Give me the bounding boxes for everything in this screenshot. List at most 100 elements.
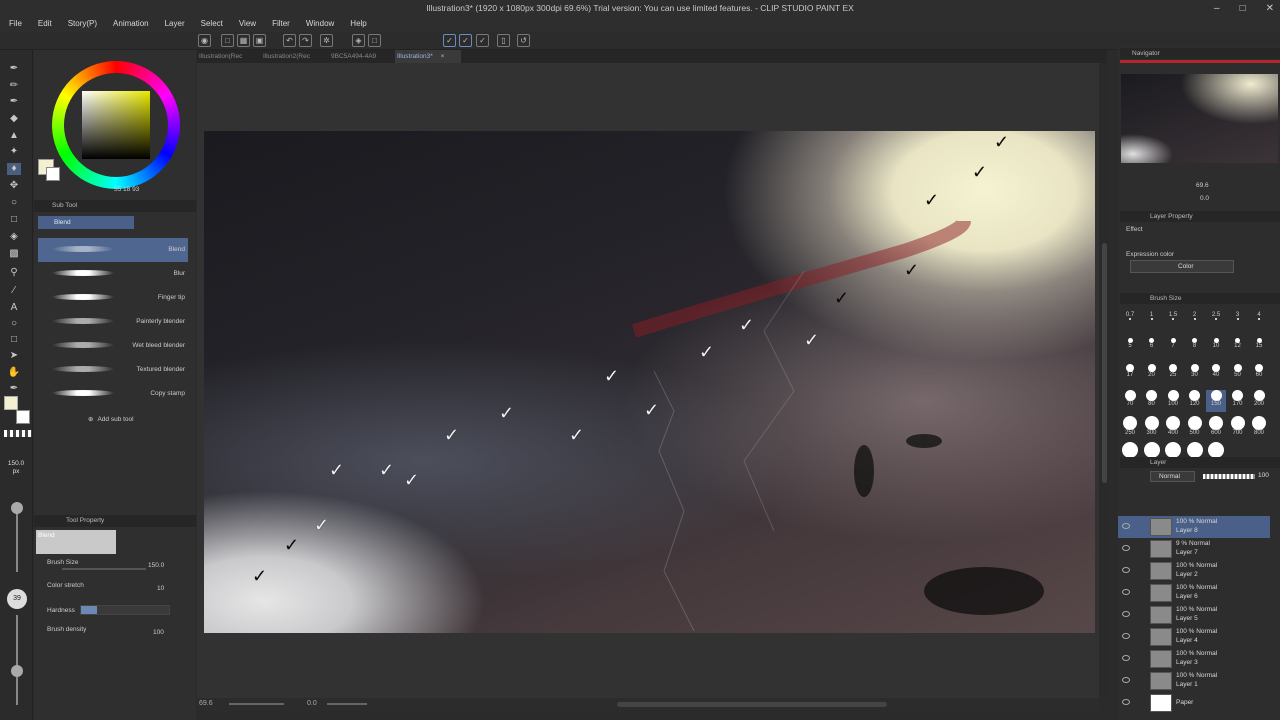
- save-icon[interactable]: ▣: [253, 34, 266, 47]
- tab-illustration3[interactable]: Illustration3* ×: [395, 50, 461, 63]
- navigator-zoom[interactable]: 69.6: [1196, 182, 1209, 189]
- brush-size-preset[interactable]: 500: [1185, 416, 1205, 438]
- layer-row[interactable]: 100 % Normal Layer 5: [1118, 604, 1270, 626]
- eye-icon[interactable]: [1122, 589, 1130, 595]
- brush-size-preset[interactable]: 17: [1120, 364, 1140, 386]
- brush-size-preset[interactable]: 15: [1249, 338, 1269, 360]
- open-icon[interactable]: ▦: [237, 34, 250, 47]
- menu-edit[interactable]: Edit: [30, 17, 60, 32]
- navigator-angle[interactable]: 0.0: [1200, 195, 1209, 202]
- hardness-slider[interactable]: [80, 605, 170, 615]
- eye-icon[interactable]: [1122, 545, 1130, 551]
- menu-file[interactable]: File: [0, 17, 30, 32]
- navigator-preview[interactable]: [1121, 74, 1278, 163]
- brush-size-field[interactable]: 150.0: [148, 562, 164, 569]
- brush-size-preset[interactable]: 12: [1228, 338, 1248, 360]
- brush-size-preset[interactable]: 3: [1228, 312, 1248, 334]
- menu-story[interactable]: Story(P): [60, 17, 105, 32]
- clear-icon[interactable]: ✲: [320, 34, 333, 47]
- brush-size-preset[interactable]: 250: [1120, 416, 1140, 438]
- close-icon[interactable]: ✕: [1266, 0, 1274, 17]
- brush-size-preset[interactable]: 800: [1249, 416, 1269, 438]
- eraser-icon[interactable]: ◆: [7, 113, 21, 125]
- brush-size-preset[interactable]: 2: [1185, 312, 1205, 334]
- figure-icon[interactable]: ○: [7, 318, 21, 330]
- add-sub-tool-button[interactable]: ⊕ Add sub tool: [88, 415, 134, 423]
- sub-tool-item-textured-blender[interactable]: Textured blender: [38, 358, 188, 382]
- saturation-value-square[interactable]: [82, 91, 150, 159]
- fill-icon[interactable]: ◈: [352, 34, 365, 47]
- clip-studio-icon[interactable]: ◉: [198, 34, 211, 47]
- airbrush-icon[interactable]: ▲: [7, 130, 21, 142]
- layer-row[interactable]: 100 % Normal Layer 3: [1118, 648, 1270, 670]
- menu-select[interactable]: Select: [193, 17, 231, 32]
- text-icon[interactable]: A: [7, 302, 21, 314]
- brush-size-preset[interactable]: 60: [1249, 364, 1269, 386]
- undo-icon[interactable]: ↶: [283, 34, 296, 47]
- brush-size-preset[interactable]: 20: [1142, 364, 1162, 386]
- brush-size-preset[interactable]: 80: [1142, 390, 1162, 412]
- tab-illustration2[interactable]: Illustration2(Rec: [261, 50, 319, 63]
- maximize-icon[interactable]: □: [1240, 0, 1246, 17]
- scroll-thumb[interactable]: [1102, 243, 1107, 483]
- brush-size-preset[interactable]: 1.5: [1163, 312, 1183, 334]
- menu-filter[interactable]: Filter: [264, 17, 298, 32]
- sub-tool-item-finger-tip[interactable]: Finger tip: [38, 286, 188, 310]
- eye-icon[interactable]: [1122, 567, 1130, 573]
- sub-color-swatch[interactable]: [16, 410, 30, 424]
- sub-tool-item-blend[interactable]: Blend: [38, 238, 188, 262]
- minimize-icon[interactable]: –: [1214, 0, 1220, 17]
- horizontal-scrollbar[interactable]: [617, 702, 887, 707]
- transform-icon[interactable]: □: [368, 34, 381, 47]
- sub-tool-item-wet-bleed-blender[interactable]: Wet bleed blender: [38, 334, 188, 358]
- menu-view[interactable]: View: [231, 17, 264, 32]
- eye-icon[interactable]: [1122, 611, 1130, 617]
- layer-row[interactable]: 100 % Normal Layer 1: [1118, 670, 1270, 692]
- ruler-icon[interactable]: ▯: [497, 34, 510, 47]
- brush-size-preset[interactable]: 150: [1206, 390, 1226, 412]
- eyedropper-icon[interactable]: ✒: [7, 383, 21, 395]
- brush-size-preset[interactable]: 100: [1163, 390, 1183, 412]
- pencil-icon[interactable]: ✏: [7, 80, 21, 92]
- brush-size-preset[interactable]: 50: [1228, 364, 1248, 386]
- sub-tool-item-copy-stamp[interactable]: Copy stamp: [38, 382, 188, 406]
- brush-size-preset[interactable]: 10: [1206, 338, 1226, 360]
- layer-row[interactable]: Paper: [1118, 692, 1270, 714]
- brush-icon[interactable]: ✒: [7, 96, 21, 108]
- brush-size-preset[interactable]: 170: [1228, 390, 1248, 412]
- brush-size-preset[interactable]: 300: [1142, 416, 1162, 438]
- zoom-slider[interactable]: [229, 703, 284, 705]
- tab-close-icon[interactable]: ×: [441, 53, 445, 60]
- layer-row[interactable]: 100 % Normal Layer 4: [1118, 626, 1270, 648]
- layer-row[interactable]: 100 % Normal Layer 6: [1118, 582, 1270, 604]
- blend-tool-icon[interactable]: ♦: [7, 163, 21, 175]
- decoration-icon[interactable]: ✦: [7, 146, 21, 158]
- snap-ruler-icon[interactable]: ✓: [443, 34, 456, 47]
- sub-color-chip[interactable]: [46, 167, 60, 181]
- menu-help[interactable]: Help: [342, 17, 374, 32]
- transparent-color-swatch[interactable]: [4, 430, 32, 437]
- eye-icon[interactable]: [1122, 633, 1130, 639]
- tab-illustration[interactable]: Illustration(Rec: [197, 50, 255, 63]
- sub-tool-item-blur[interactable]: Blur: [38, 262, 188, 286]
- illustration-canvas[interactable]: ✓ ✓ ✓ ✓ ✓ ✓ ✓ ✓ ✓ ✓ ✓ ✓ ✓ ✓ ✓ ✓ ✓ ✓ ✓: [204, 131, 1095, 633]
- brush-size-preset[interactable]: 70: [1120, 390, 1140, 412]
- brush-size-preset[interactable]: 1: [1142, 312, 1162, 334]
- sub-tool-item-painterly-blender[interactable]: Painterly blender: [38, 310, 188, 334]
- brush-size-preset[interactable]: 120: [1185, 390, 1205, 412]
- brush-size-preset[interactable]: 6: [1142, 338, 1162, 360]
- color-stretch-field[interactable]: 10: [157, 585, 164, 592]
- move-icon[interactable]: ✥: [7, 180, 21, 192]
- brush-size-preset[interactable]: 8: [1185, 338, 1205, 360]
- brush-size-preset[interactable]: 40: [1206, 364, 1226, 386]
- eye-icon[interactable]: [1122, 523, 1130, 529]
- main-color-swatch[interactable]: [4, 396, 18, 410]
- pen-icon[interactable]: ✒: [7, 63, 21, 75]
- brush-size-preset[interactable]: 4: [1249, 312, 1269, 334]
- redo-icon[interactable]: ↷: [299, 34, 312, 47]
- layer-row[interactable]: 9 % Normal Layer 7: [1118, 538, 1270, 560]
- gradient-icon[interactable]: ▩: [7, 248, 21, 260]
- zoom-readout[interactable]: 69.6: [199, 700, 213, 707]
- lasso-icon[interactable]: ○: [7, 197, 21, 209]
- layer-row[interactable]: 100 % Normal Layer 8: [1118, 516, 1270, 538]
